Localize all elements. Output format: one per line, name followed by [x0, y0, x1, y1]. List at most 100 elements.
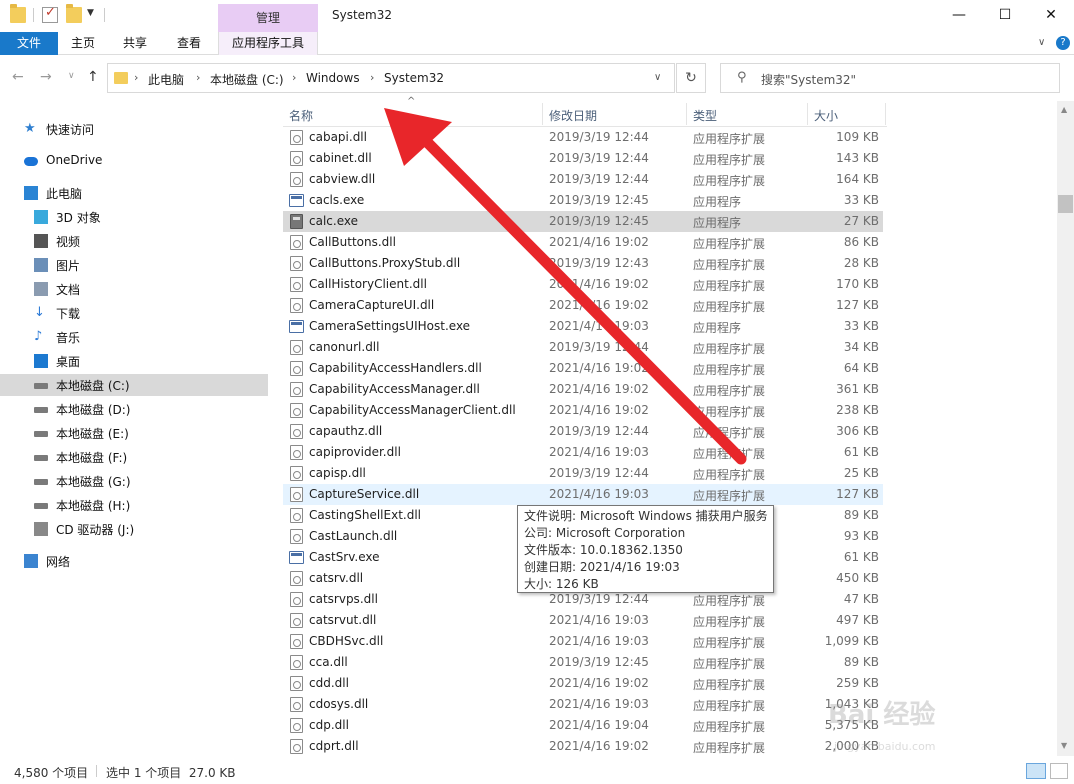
tab-home[interactable]: 主页	[60, 32, 106, 55]
maximize-button[interactable]: ☐	[982, 0, 1028, 32]
sidebar-item-4[interactable]: 视频	[0, 230, 268, 252]
file-row[interactable]: calc.exe 2019/3/19 12:45 应用程序 27 KB	[283, 211, 883, 232]
recent-locations-icon[interactable]: ∨	[68, 71, 75, 81]
file-row[interactable]: CameraSettingsUIHost.exe 2021/4/16 19:03 应…	[283, 316, 883, 337]
file-row[interactable]: cca.dll 2019/3/19 12:45 应用程序扩展 89 KB	[283, 652, 883, 673]
file-row[interactable]: CapabilityAccessManagerClient.dll 2021/4/…	[283, 400, 883, 421]
file-row[interactable]: cdosys.dll 2021/4/16 19:03 应用程序扩展 1,043 KB	[283, 694, 883, 715]
chevron-right-icon[interactable]: ›	[370, 71, 374, 84]
tab-application-tools[interactable]: 应用程序工具	[218, 32, 318, 55]
scroll-down-icon[interactable]: ▼	[1061, 741, 1067, 750]
column-header-row: ^ 名称 修改日期 类型 大小	[283, 96, 887, 127]
file-name: cca.dll	[309, 655, 348, 669]
column-divider[interactable]	[885, 103, 886, 125]
file-row[interactable]: CBDHSvc.dll 2021/4/16 19:03 应用程序扩展 1,099 KB	[283, 631, 883, 652]
sidebar-item-7[interactable]: ↓ 下载	[0, 302, 268, 324]
file-row[interactable]: cdd.dll 2021/4/16 19:02 应用程序扩展 259 KB	[283, 673, 883, 694]
sidebar-item-11[interactable]: 本地磁盘 (D:)	[0, 398, 268, 420]
file-row[interactable]: CapabilityAccessHandlers.dll 2021/4/16 19…	[283, 358, 883, 379]
file-row[interactable]: capiprovider.dll 2021/4/16 19:03 应用程序扩展 61 …	[283, 442, 883, 463]
file-row[interactable]: canonurl.dll 2019/3/19 12:44 应用程序扩展 34 KB	[283, 337, 883, 358]
file-row[interactable]: cabinet.dll 2019/3/19 12:44 应用程序扩展 143 KB	[283, 148, 883, 169]
sidebar-item-label: OneDrive	[46, 153, 103, 167]
forward-icon[interactable]: →	[40, 69, 52, 85]
file-row[interactable]: cdprt.dll 2021/4/16 19:02 应用程序扩展 2,000 KB	[283, 736, 883, 757]
sidebar-item-1[interactable]: OneDrive	[0, 150, 268, 172]
sidebar-item-17[interactable]: 网络	[0, 550, 268, 572]
file-row[interactable]: catsrvut.dll 2021/4/16 19:03 应用程序扩展 497 KB	[283, 610, 883, 631]
breadcrumb-this-pc[interactable]: 此电脑	[148, 71, 184, 88]
large-icons-view-icon[interactable]	[1050, 763, 1068, 779]
close-button[interactable]: ✕	[1028, 0, 1074, 32]
file-type: 应用程序扩展	[693, 468, 766, 482]
separator	[96, 765, 97, 777]
sidebar-item-5[interactable]: 图片	[0, 254, 268, 276]
sidebar-item-3[interactable]: 3D 对象	[0, 206, 268, 228]
breadcrumb-windows[interactable]: Windows	[306, 71, 360, 85]
column-header-size[interactable]: 大小	[814, 107, 838, 124]
column-divider[interactable]	[542, 103, 543, 125]
cd-drive-icon	[34, 522, 48, 536]
refresh-button[interactable]: ↻	[676, 63, 706, 93]
sidebar-item-12[interactable]: 本地磁盘 (E:)	[0, 422, 268, 444]
file-row[interactable]: cdp.dll 2021/4/16 19:04 应用程序扩展 5,375 KB	[283, 715, 883, 736]
column-header-date[interactable]: 修改日期	[549, 107, 597, 124]
back-icon[interactable]: ←	[12, 69, 24, 85]
help-icon[interactable]: ?	[1056, 36, 1070, 50]
sidebar-item-9[interactable]: 桌面	[0, 350, 268, 372]
chevron-right-icon[interactable]: ›	[292, 71, 296, 84]
breadcrumb-local-disk-c[interactable]: 本地磁盘 (C:)	[210, 71, 284, 88]
expand-ribbon-icon[interactable]: ∨	[1038, 37, 1045, 48]
properties-icon[interactable]	[42, 5, 58, 23]
tab-share[interactable]: 共享	[112, 32, 158, 55]
file-row[interactable]: CallButtons.dll 2021/4/16 19:02 应用程序扩展 86 K…	[283, 232, 883, 253]
file-row[interactable]: cabview.dll 2019/3/19 12:44 应用程序扩展 164 KB	[283, 169, 883, 190]
folder-icon[interactable]	[10, 4, 26, 23]
breadcrumb-system32[interactable]: System32	[384, 71, 444, 85]
desktop-icon	[34, 354, 48, 368]
file-row[interactable]: cabapi.dll 2019/3/19 12:44 应用程序扩展 109 KB	[283, 127, 883, 148]
search-box[interactable]: ⚲ 搜索"System32"	[720, 63, 1060, 93]
sidebar-item-16[interactable]: CD 驱动器 (J:)	[0, 518, 268, 540]
address-dropdown-icon[interactable]: ∨	[654, 72, 661, 83]
customize-quick-access-icon[interactable]: ▼	[87, 8, 94, 18]
manage-contextual-tab[interactable]: 管理	[218, 4, 318, 32]
search-placeholder: 搜索"System32"	[761, 73, 857, 87]
chevron-right-icon[interactable]: ›	[196, 71, 200, 84]
sidebar-item-14[interactable]: 本地磁盘 (G:)	[0, 470, 268, 492]
column-header-type[interactable]: 类型	[693, 107, 717, 124]
column-divider[interactable]	[686, 103, 687, 125]
file-row[interactable]: CaptureService.dll 2021/4/16 19:03 应用程序扩展 1…	[283, 484, 883, 505]
sidebar-item-13[interactable]: 本地磁盘 (F:)	[0, 446, 268, 468]
file-date: 2021/4/16 19:02	[549, 235, 649, 249]
address-bar[interactable]: › 此电脑 › 本地磁盘 (C:) › Windows › System32 ∨	[107, 63, 675, 93]
details-view-icon[interactable]	[1026, 763, 1046, 779]
file-row[interactable]: CapabilityAccessManager.dll 2021/4/16 19:…	[283, 379, 883, 400]
sidebar-item-6[interactable]: 文档	[0, 278, 268, 300]
tab-view[interactable]: 查看	[166, 32, 212, 55]
sidebar-item-15[interactable]: 本地磁盘 (H:)	[0, 494, 268, 516]
tooltip-company: 公司: Microsoft Corporation	[524, 526, 686, 540]
file-row[interactable]: capauthz.dll 2019/3/19 12:44 应用程序扩展 306 KB	[283, 421, 883, 442]
sidebar-item-2[interactable]: 此电脑	[0, 182, 268, 204]
sidebar-item-10[interactable]: 本地磁盘 (C:)	[0, 374, 268, 396]
scrollbar-thumb[interactable]	[1058, 195, 1073, 213]
vertical-scrollbar[interactable]: ▲ ▼	[1057, 101, 1074, 756]
file-row[interactable]: capisp.dll 2019/3/19 12:44 应用程序扩展 25 KB	[283, 463, 883, 484]
file-row[interactable]: cacls.exe 2019/3/19 12:45 应用程序 33 KB	[283, 190, 883, 211]
file-row[interactable]: CallHistoryClient.dll 2021/4/16 19:02 应用程序…	[283, 274, 883, 295]
tab-file[interactable]: 文件	[0, 32, 58, 55]
new-folder-icon[interactable]	[66, 4, 82, 23]
up-icon[interactable]: ↑	[87, 69, 99, 85]
file-date: 2021/4/16 19:02	[549, 676, 649, 690]
column-header-name[interactable]: 名称	[289, 107, 313, 124]
column-divider[interactable]	[807, 103, 808, 125]
file-row[interactable]: CameraCaptureUI.dll 2021/4/16 19:02 应用程序扩展…	[283, 295, 883, 316]
watermark-text: Bai 经验	[828, 700, 936, 730]
file-row[interactable]: CallButtons.ProxyStub.dll 2019/3/19 12:43…	[283, 253, 883, 274]
sidebar-item-0[interactable]: ★ 快速访问	[0, 118, 268, 140]
sidebar-item-8[interactable]: ♪ 音乐	[0, 326, 268, 348]
scroll-up-icon[interactable]: ▲	[1061, 105, 1067, 114]
file-name: CastLaunch.dll	[309, 529, 398, 543]
minimize-button[interactable]: —	[936, 0, 982, 32]
